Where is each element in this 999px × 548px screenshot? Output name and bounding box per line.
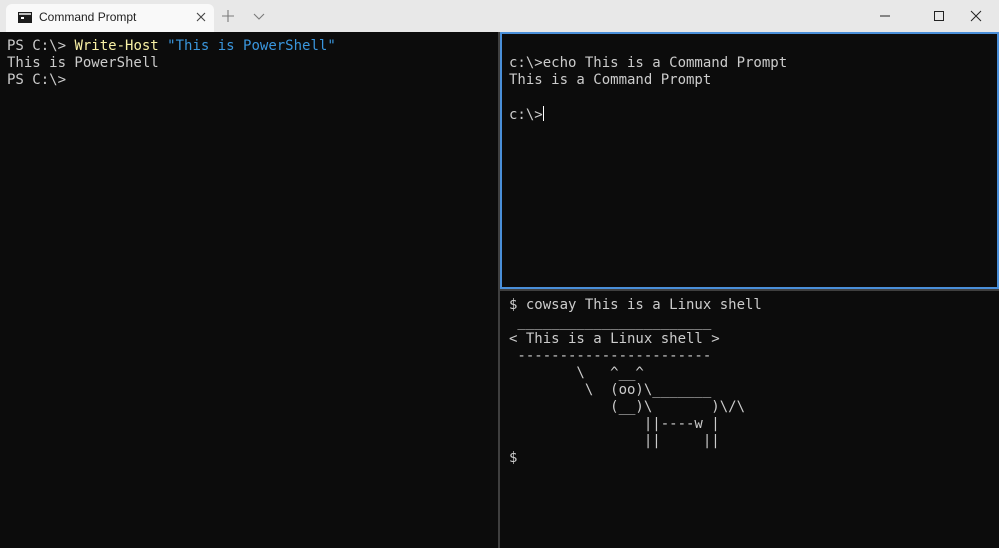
prompt-text: PS C:\> <box>7 38 75 54</box>
close-button[interactable] <box>953 0 999 32</box>
tab-command-prompt[interactable]: Command Prompt <box>6 4 214 32</box>
minimize-icon <box>880 15 890 17</box>
close-icon <box>970 10 982 22</box>
terminal-line: $ cowsay This is a Linux shell <box>509 297 762 313</box>
terminal-line: PS C:\> <box>7 72 67 88</box>
close-icon[interactable] <box>194 10 208 24</box>
terminal-line: < This is a Linux shell > <box>509 331 720 347</box>
linux-output: $ cowsay This is a Linux shell _________… <box>509 297 762 467</box>
cmd-output: c:\>echo This is a Command Prompt This is… <box>509 55 787 123</box>
terminal-line: ----------------------- <box>509 348 712 364</box>
terminal-line: \ ^__^ <box>509 365 644 381</box>
terminal-window: Command Prompt PS C:\> Write-Host "This … <box>0 0 999 548</box>
terminal-line: _______________________ <box>509 314 712 330</box>
powershell-output: PS C:\> Write-Host "This is PowerShell" T… <box>7 38 336 89</box>
argument-text: "This is PowerShell" <box>167 38 336 54</box>
maximize-icon <box>934 11 944 21</box>
tab-title: Command Prompt <box>39 10 137 24</box>
terminal-line: \ (oo)\_______ <box>509 382 712 398</box>
space-text <box>159 38 167 54</box>
terminal-line: PS C:\> Write-Host "This is PowerShell" <box>7 38 336 55</box>
terminal-line: $ <box>509 450 518 466</box>
title-bar[interactable]: Command Prompt <box>0 0 999 32</box>
cmd-pane[interactable]: c:\>echo This is a Command Prompt This is… <box>500 32 999 289</box>
prompt-text: c:\> <box>509 107 543 123</box>
terminal-line: || || <box>509 433 720 449</box>
text-cursor <box>542 106 544 121</box>
command-prompt-icon <box>18 12 32 23</box>
terminal-line: (__)\ )\/\ <box>509 399 746 415</box>
linux-pane[interactable]: $ cowsay This is a Linux shell _________… <box>500 291 999 548</box>
terminal-line: This is a Command Prompt <box>509 72 712 88</box>
plus-icon[interactable] <box>220 8 236 24</box>
terminal-line: This is PowerShell <box>7 55 159 71</box>
command-text: Write-Host <box>74 38 159 54</box>
terminal-line: c:\> <box>509 106 787 123</box>
minimize-button[interactable] <box>862 0 908 32</box>
powershell-pane[interactable]: PS C:\> Write-Host "This is PowerShell" T… <box>0 32 498 548</box>
terminal-line: c:\>echo This is a Command Prompt <box>509 55 788 71</box>
terminal-line: ||----w | <box>509 416 720 432</box>
chevron-down-icon[interactable] <box>251 9 267 25</box>
